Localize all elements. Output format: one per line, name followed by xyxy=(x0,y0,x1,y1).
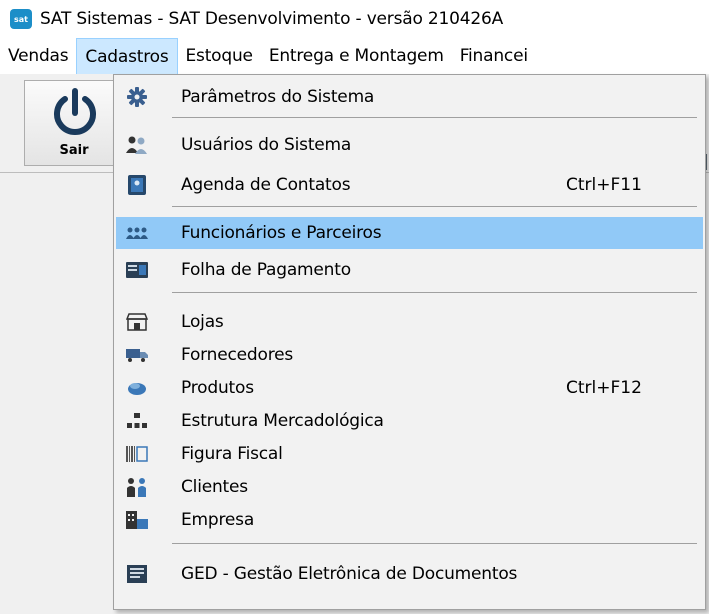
app-logo-icon: sat xyxy=(10,9,32,29)
menu-item-funcionarios-e-parceiros[interactable]: Funcionários e Parceiros xyxy=(116,217,703,249)
menu-item-agenda-de-contatos[interactable]: Agenda de Contatos Ctrl+F11 xyxy=(116,169,703,201)
menu-item-label: Figura Fiscal xyxy=(181,444,283,464)
menu-item-empresa[interactable]: Empresa xyxy=(116,504,703,536)
menu-item-label: Produtos xyxy=(181,378,254,398)
document-icon xyxy=(126,563,148,585)
power-icon xyxy=(54,88,96,135)
title-bar: sat SAT Sistemas - SAT Desenvolvimento -… xyxy=(0,0,709,38)
menu-item-shortcut: Ctrl+F11 xyxy=(566,175,642,195)
building-icon xyxy=(126,509,148,531)
menu-item-ged[interactable]: GED - Gestão Eletrônica de Documentos xyxy=(116,558,703,590)
menu-item-lojas[interactable]: Lojas xyxy=(116,306,703,338)
menu-item-label: Parâmetros do Sistema xyxy=(181,87,375,107)
contact-book-icon xyxy=(126,174,148,196)
barcode-icon xyxy=(126,443,148,465)
store-icon xyxy=(126,311,148,333)
menu-item-usuarios-do-sistema[interactable]: Usuários do Sistema xyxy=(116,129,703,161)
menu-cadastros[interactable]: Cadastros xyxy=(76,38,178,74)
payroll-icon xyxy=(126,259,148,281)
menu-item-fornecedores[interactable]: Fornecedores xyxy=(116,339,703,371)
menu-item-label: Folha de Pagamento xyxy=(181,260,351,280)
cadastros-dropdown-menu: Parâmetros do Sistema Usuários do Sistem… xyxy=(113,74,706,610)
clients-icon xyxy=(126,476,148,498)
menu-item-label: Lojas xyxy=(181,312,224,332)
menu-separator xyxy=(172,117,697,118)
menu-vendas[interactable]: Vendas xyxy=(0,38,76,74)
menu-item-produtos[interactable]: Produtos Ctrl+F12 xyxy=(116,372,703,404)
sair-label: Sair xyxy=(59,143,89,158)
menu-bar: Vendas Cadastros Estoque Entrega e Monta… xyxy=(0,38,709,74)
menu-item-label: Clientes xyxy=(181,477,248,497)
menu-item-label: Estrutura Mercadológica xyxy=(181,411,384,431)
menu-item-label: Funcionários e Parceiros xyxy=(181,223,382,243)
users-icon xyxy=(126,134,148,156)
menu-item-folha-de-pagamento[interactable]: Folha de Pagamento xyxy=(116,254,703,286)
menu-item-label: Agenda de Contatos xyxy=(181,175,351,195)
gear-icon xyxy=(126,86,148,108)
menu-item-estrutura-mercadologica[interactable]: Estrutura Mercadológica xyxy=(116,405,703,437)
menu-financeiro[interactable]: Financei xyxy=(452,38,536,74)
truck-icon xyxy=(126,344,148,366)
menu-separator xyxy=(172,292,697,293)
menu-item-shortcut: Ctrl+F12 xyxy=(566,378,642,398)
products-icon xyxy=(126,377,148,399)
menu-item-figura-fiscal[interactable]: Figura Fiscal xyxy=(116,438,703,470)
sair-button[interactable]: Sair xyxy=(24,80,124,166)
menu-item-label: GED - Gestão Eletrônica de Documentos xyxy=(181,564,518,584)
hierarchy-icon xyxy=(126,410,148,432)
employees-icon xyxy=(126,222,148,244)
menu-item-label: Usuários do Sistema xyxy=(181,135,352,155)
menu-separator xyxy=(172,206,697,207)
menu-entrega-e-montagem[interactable]: Entrega e Montagem xyxy=(261,38,452,74)
menu-item-label: Empresa xyxy=(181,510,255,530)
menu-estoque[interactable]: Estoque xyxy=(178,38,261,74)
menu-item-parametros-do-sistema[interactable]: Parâmetros do Sistema xyxy=(116,81,703,113)
window-title: SAT Sistemas - SAT Desenvolvimento - ver… xyxy=(40,9,504,29)
menu-item-clientes[interactable]: Clientes xyxy=(116,471,703,503)
menu-item-label: Fornecedores xyxy=(181,345,294,365)
menu-separator xyxy=(172,543,697,544)
